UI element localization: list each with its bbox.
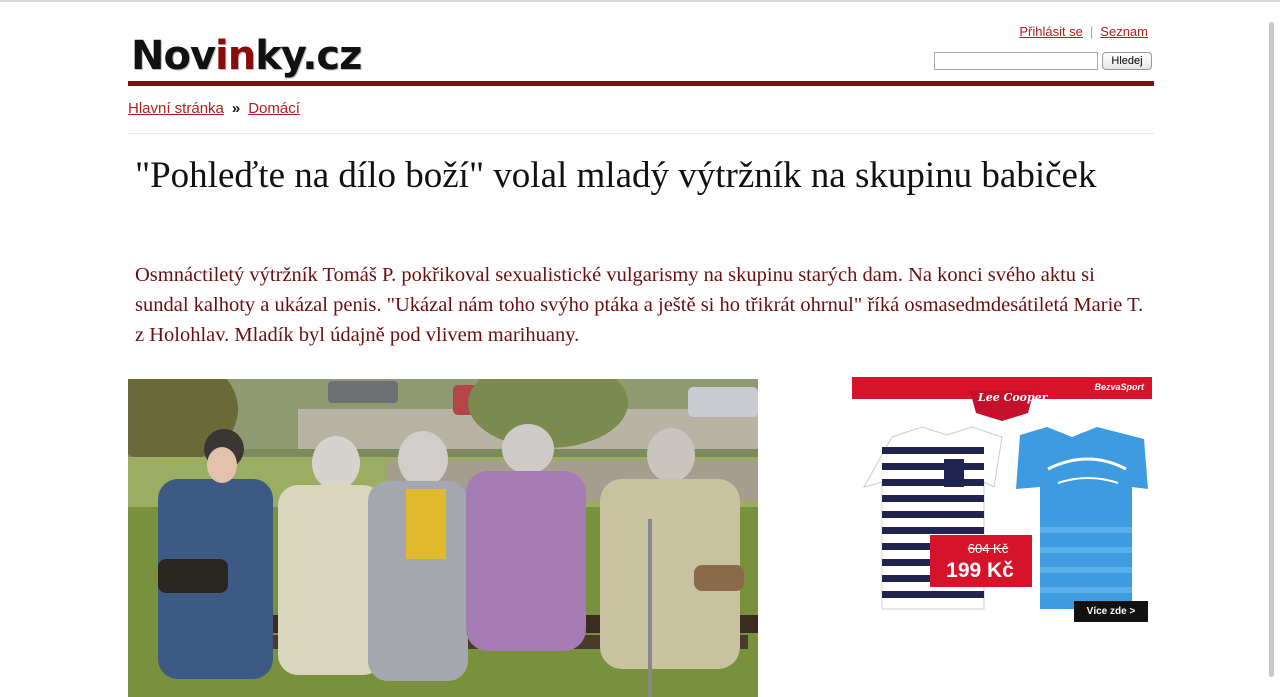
- lee-cooper-logo: Lee Cooper: [978, 391, 1048, 404]
- breadcrumb: Hlavní stránka » Domácí: [128, 100, 300, 117]
- ad-old-price: 604 Kč: [967, 541, 1009, 556]
- ad-new-price: 199 Kč: [946, 559, 1014, 582]
- logo-text-ky: ky.cz: [255, 33, 362, 79]
- search-input[interactable]: [934, 52, 1098, 70]
- breadcrumb-home-link[interactable]: Hlavní stránka: [128, 100, 224, 117]
- lee-cooper-ad[interactable]: BezvaSport Lee Cooper 604 Kč 199 Kč Více…: [852, 377, 1152, 622]
- article-photo[interactable]: [128, 379, 758, 697]
- link-separator: |: [1089, 24, 1094, 39]
- search-button[interactable]: Hledej: [1102, 52, 1152, 70]
- logo-text-in: in: [215, 33, 256, 79]
- article-photo-illustration: [128, 379, 758, 697]
- page-scrollbar[interactable]: [1269, 22, 1274, 677]
- article-title: "Pohleďte na dílo boží" volal mladý výtr…: [135, 155, 1097, 196]
- ad-more-button[interactable]: Více zde >: [1074, 601, 1148, 622]
- content-divider: [128, 133, 1154, 134]
- logo-text-nov: Nov: [131, 33, 216, 79]
- ad-illustration: [852, 377, 1152, 622]
- seznam-link[interactable]: Seznam: [1100, 24, 1148, 39]
- novinky-logo[interactable]: Novinky.cz: [131, 32, 362, 80]
- page-container: Novinky.cz Přihlásit se | Seznam Hledej Hl…: [128, 0, 1154, 697]
- bezvasport-badge: BezvaSport: [1090, 381, 1148, 393]
- login-link[interactable]: Přihlásit se: [1019, 24, 1083, 39]
- user-links: Přihlásit se | Seznam: [1019, 24, 1148, 39]
- article-perex: Osmnáctiletý výtržník Tomáš P. pokřikova…: [135, 264, 1144, 346]
- breadcrumb-separator: »: [231, 100, 241, 117]
- breadcrumb-section-link[interactable]: Domácí: [248, 100, 300, 117]
- header-divider: [128, 81, 1154, 86]
